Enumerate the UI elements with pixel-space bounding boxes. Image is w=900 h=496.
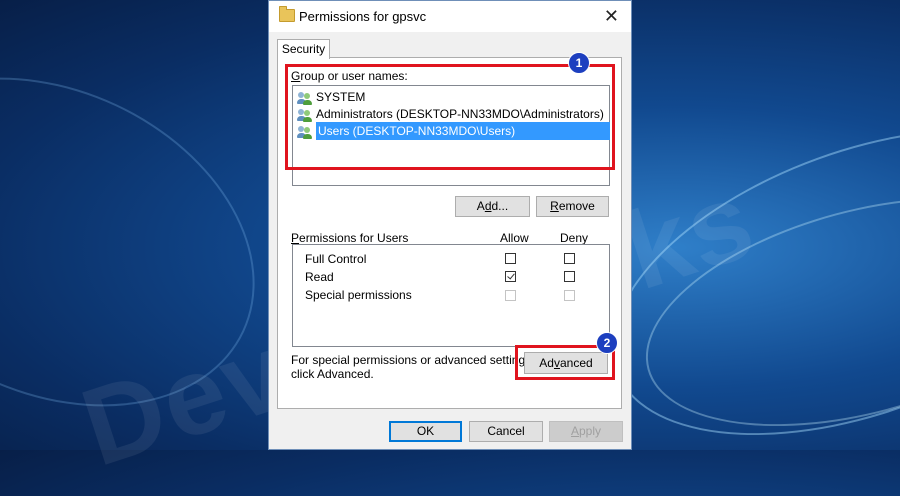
deny-read-checkbox[interactable] [564,271,575,282]
remove-button[interactable]: Remove [536,196,609,217]
cancel-button[interactable]: Cancel [469,421,543,442]
tab-security[interactable]: Security [277,39,330,59]
advanced-note-line1: For special permissions or advanced sett… [291,353,535,367]
deny-full-control-checkbox[interactable] [564,253,575,264]
permission-special: Special permissions [305,288,412,302]
window-title: Permissions for gpsvc [299,9,427,24]
ok-button[interactable]: OK [389,421,462,442]
title-bar[interactable]: Permissions for gpsvc ✕ [269,1,631,32]
deny-header: Deny [560,231,589,245]
allow-special-checkbox [505,290,516,301]
dialog-button-bar: OK Cancel Apply [269,409,631,449]
permission-read: Read [305,270,334,284]
deny-special-checkbox [564,290,575,301]
allow-full-control-checkbox[interactable] [505,253,516,264]
add-button[interactable]: Add... [455,196,530,217]
apply-button: Apply [549,421,623,442]
allow-header: Allow [500,231,529,245]
permission-full-control: Full Control [305,252,367,266]
permissions-list: Full Control Read Special permissions [292,244,610,347]
highlight-group-list [285,64,615,170]
close-icon[interactable]: ✕ [604,6,619,27]
permissions-label: Permissions for Users [291,231,409,245]
allow-read-checkbox[interactable] [505,271,516,282]
folder-icon [279,6,295,22]
step-badge-1: 1 [568,52,590,74]
step-badge-2: 2 [596,332,618,354]
advanced-note-line2: click Advanced. [291,367,374,381]
advanced-note: For special permissions or advanced sett… [291,353,534,381]
